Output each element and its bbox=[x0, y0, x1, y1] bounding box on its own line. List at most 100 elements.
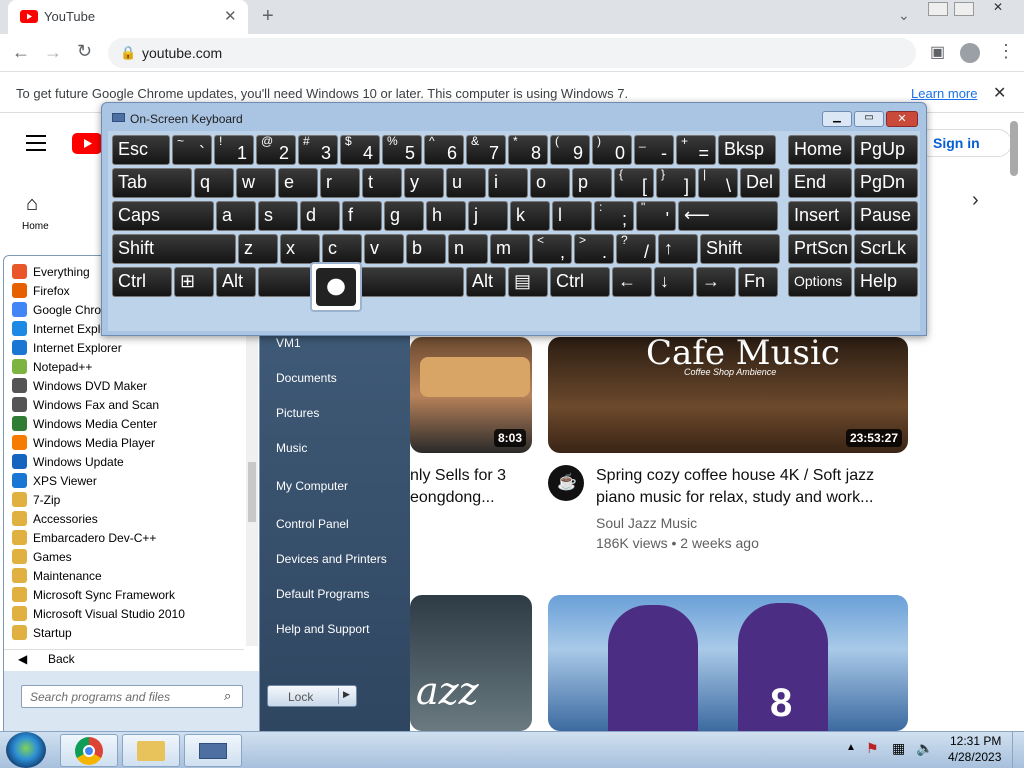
start-right-item[interactable]: My Computer bbox=[276, 479, 348, 493]
search-icon[interactable]: ⌕ bbox=[224, 688, 231, 704]
tab-youtube[interactable]: YouTube ✕ bbox=[8, 0, 248, 34]
lock-button[interactable]: Lock ▶ bbox=[267, 685, 357, 707]
key-y[interactable]: y bbox=[404, 168, 444, 198]
tab-search-icon[interactable]: ⌄ bbox=[898, 7, 910, 24]
key-u[interactable]: u bbox=[446, 168, 486, 198]
key-help[interactable]: Help bbox=[854, 267, 918, 297]
key-symbol[interactable]: }] bbox=[656, 168, 696, 198]
key-prtscn[interactable]: PrtScn bbox=[788, 234, 852, 264]
key-symbol[interactable]: + = bbox=[676, 135, 716, 165]
action-center-icon[interactable]: ⚑ bbox=[866, 740, 879, 757]
youtube-logo-icon[interactable] bbox=[72, 133, 102, 154]
program-item[interactable]: Windows Media Player bbox=[12, 433, 155, 452]
key-end[interactable]: End bbox=[788, 168, 852, 198]
key-z[interactable]: z bbox=[238, 234, 278, 264]
program-item[interactable]: Accessories bbox=[12, 509, 98, 528]
key-6[interactable]: ^ 6 bbox=[424, 135, 464, 165]
key-ctrl[interactable]: Ctrl bbox=[550, 267, 610, 297]
program-item[interactable]: Windows Media Center bbox=[12, 414, 157, 433]
key-symbol[interactable]: ⊞ bbox=[174, 267, 214, 297]
key-e[interactable]: e bbox=[278, 168, 318, 198]
video-title[interactable]: nly Sells for 3 bbox=[410, 467, 506, 485]
key-s[interactable]: s bbox=[258, 201, 298, 231]
key-del[interactable]: Del bbox=[740, 168, 780, 198]
minimize-button[interactable] bbox=[928, 2, 948, 16]
search-programs-input[interactable]: Search programs and files ⌕ bbox=[21, 685, 243, 708]
video-title[interactable]: Spring cozy coffee house 4K / Soft jazz bbox=[596, 467, 874, 485]
key-symbol[interactable]: | \ bbox=[698, 168, 738, 198]
key-symbol[interactable]: → bbox=[696, 267, 736, 297]
key-caps[interactable]: Caps bbox=[112, 201, 214, 231]
show-hidden-icons[interactable]: ▲ bbox=[846, 742, 856, 753]
key-symbol[interactable]: >. bbox=[574, 234, 614, 264]
program-item[interactable]: 7-Zip bbox=[12, 490, 60, 509]
video-title-line2[interactable]: piano music for relax, study and work... bbox=[596, 489, 873, 507]
key-alt[interactable]: Alt bbox=[216, 267, 256, 297]
program-item[interactable]: Microsoft Visual Studio 2010 bbox=[12, 604, 185, 623]
key-symbol[interactable]: ~ ` bbox=[172, 135, 212, 165]
key-3[interactable]: #3 bbox=[298, 135, 338, 165]
menu-kebab-icon[interactable]: ⋮ bbox=[997, 41, 1015, 62]
program-item[interactable]: Games bbox=[12, 547, 72, 566]
key-pgup[interactable]: PgUp bbox=[854, 135, 918, 165]
network-icon[interactable]: ▦ bbox=[892, 740, 905, 757]
key-scrlk[interactable]: ScrLk bbox=[854, 234, 918, 264]
profile-avatar[interactable] bbox=[960, 43, 980, 63]
user-picture[interactable] bbox=[310, 262, 362, 312]
key-l[interactable]: l bbox=[552, 201, 592, 231]
program-item[interactable]: XPS Viewer bbox=[12, 471, 97, 490]
key-esc[interactable]: Esc bbox=[112, 135, 170, 165]
key-symbol[interactable]: :; bbox=[594, 201, 634, 231]
start-right-item[interactable]: Documents bbox=[276, 371, 337, 385]
back-label[interactable]: Back bbox=[48, 652, 75, 666]
key-pause[interactable]: Pause bbox=[854, 201, 918, 231]
program-item[interactable]: Windows Fax and Scan bbox=[12, 395, 159, 414]
key-ctrl[interactable]: Ctrl bbox=[112, 267, 172, 297]
start-right-item[interactable]: Control Panel bbox=[276, 517, 349, 531]
start-right-item[interactable]: Help and Support bbox=[276, 622, 369, 636]
key-symbol[interactable]: <, bbox=[532, 234, 572, 264]
program-item[interactable]: Everything bbox=[12, 262, 90, 281]
program-item[interactable]: Google Chro bbox=[12, 300, 101, 319]
key-b[interactable]: b bbox=[406, 234, 446, 264]
key-options[interactable]: Options bbox=[788, 267, 852, 297]
key-alt[interactable]: Alt bbox=[466, 267, 506, 297]
back-arrow-icon[interactable]: ◀ bbox=[18, 652, 27, 666]
program-item[interactable]: Notepad++ bbox=[12, 357, 92, 376]
key-home[interactable]: Home bbox=[788, 135, 852, 165]
key-2[interactable]: @2 bbox=[256, 135, 296, 165]
start-right-item[interactable]: Music bbox=[276, 441, 307, 455]
sign-in-button[interactable]: Sign in bbox=[916, 129, 1012, 157]
key-q[interactable]: q bbox=[194, 168, 234, 198]
key-k[interactable]: k bbox=[510, 201, 550, 231]
program-item[interactable]: Embarcadero Dev-C++ bbox=[12, 528, 156, 547]
show-desktop-button[interactable] bbox=[1012, 732, 1024, 768]
new-tab-icon[interactable]: + bbox=[262, 5, 274, 28]
key-insert[interactable]: Insert bbox=[788, 201, 852, 231]
key-o[interactable]: o bbox=[530, 168, 570, 198]
restore-button[interactable] bbox=[954, 2, 974, 16]
video-thumbnail[interactable]: 8:03 bbox=[410, 337, 532, 453]
program-item[interactable]: Maintenance bbox=[12, 566, 102, 585]
taskbar-explorer-button[interactable] bbox=[122, 734, 180, 767]
taskbar-chrome-button[interactable] bbox=[60, 734, 118, 767]
video-thumbnail[interactable]: 8 bbox=[548, 595, 908, 731]
lock-options-icon[interactable]: ▶ bbox=[343, 689, 350, 700]
key-1[interactable]: ! 1 bbox=[214, 135, 254, 165]
omnibox[interactable]: 🔒 youtube.com bbox=[108, 38, 916, 68]
key-symbol[interactable]: ↑ bbox=[658, 234, 698, 264]
video-title-line2[interactable]: eongdong... bbox=[410, 489, 495, 507]
key-r[interactable]: r bbox=[320, 168, 360, 198]
video-thumbnail[interactable]: azz bbox=[410, 595, 532, 731]
infobar-close-icon[interactable]: ✕ bbox=[993, 83, 1006, 103]
key-c[interactable]: c bbox=[322, 234, 362, 264]
channel-avatar[interactable]: ☕ bbox=[548, 465, 584, 501]
start-right-item[interactable]: Default Programs bbox=[276, 587, 369, 601]
start-orb-button[interactable] bbox=[6, 732, 46, 768]
back-icon[interactable]: ← bbox=[12, 42, 30, 63]
key-shift[interactable]: Shift bbox=[112, 234, 236, 264]
program-item[interactable]: Firefox bbox=[12, 281, 70, 300]
key-h[interactable]: h bbox=[426, 201, 466, 231]
key-fn[interactable]: Fn bbox=[738, 267, 778, 297]
taskbar-osk-button[interactable] bbox=[184, 734, 242, 767]
